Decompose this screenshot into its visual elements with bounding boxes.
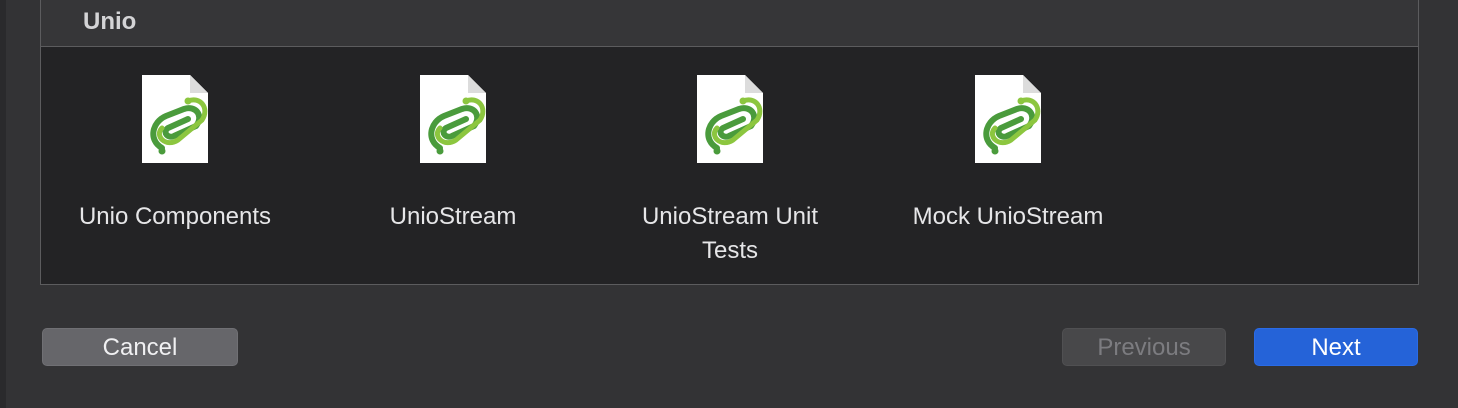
template-item-uniostream[interactable]: UnioStream: [338, 74, 568, 234]
paperclip-document-icon: [697, 75, 763, 163]
section-header: Unio: [41, 0, 1418, 47]
paperclip-document-icon: [975, 75, 1041, 163]
cancel-button[interactable]: Cancel: [42, 328, 238, 366]
next-button[interactable]: Next: [1254, 328, 1418, 366]
template-chooser-window: Unio Unio Components UnioStream UnioStre…: [0, 0, 1458, 408]
template-label: Unio Components: [78, 203, 272, 230]
template-label: UnioStream: [389, 203, 517, 230]
paperclip-document-icon: [420, 75, 486, 163]
template-item-mock-uniostream[interactable]: Mock UnioStream: [893, 74, 1123, 234]
window-edge: [0, 0, 6, 408]
section-title: Unio: [83, 8, 137, 35]
template-panel: Unio Unio Components UnioStream UnioStre…: [40, 0, 1419, 285]
template-item-uniostream-unit-tests[interactable]: UnioStream Unit Tests: [615, 74, 845, 268]
template-item-unio-components[interactable]: Unio Components: [60, 74, 290, 234]
paperclip-document-icon: [142, 75, 208, 163]
template-label: UnioStream Unit Tests: [641, 203, 819, 264]
template-label: Mock UnioStream: [912, 203, 1104, 230]
previous-button[interactable]: Previous: [1062, 328, 1226, 366]
